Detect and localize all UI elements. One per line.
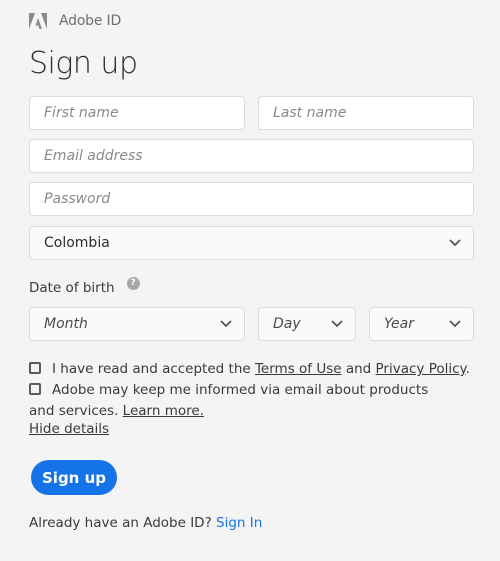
year-select[interactable]: Year bbox=[369, 307, 474, 341]
sign-in-link[interactable]: Sign In bbox=[216, 515, 262, 531]
password-field[interactable] bbox=[29, 182, 474, 216]
day-select[interactable]: Day bbox=[258, 307, 356, 341]
learn-more-link[interactable]: Learn more. bbox=[123, 403, 204, 419]
terms-of-use-link[interactable]: Terms of Use bbox=[255, 361, 342, 377]
dob-label-row: Date of birth ? bbox=[29, 276, 140, 296]
email-input[interactable] bbox=[44, 148, 459, 164]
sign-up-button[interactable]: Sign up bbox=[31, 460, 117, 495]
sign-in-row: Already have an Adobe ID? Sign In bbox=[29, 515, 262, 531]
help-circle-icon[interactable]: ? bbox=[126, 276, 140, 290]
year-placeholder: Year bbox=[384, 316, 414, 332]
chevron-down-icon bbox=[449, 320, 461, 328]
country-select[interactable]: Colombia bbox=[29, 226, 474, 260]
country-selected-value: Colombia bbox=[44, 235, 110, 251]
dob-label: Date of birth bbox=[29, 280, 115, 296]
month-placeholder: Month bbox=[44, 316, 88, 332]
last-name-field[interactable] bbox=[258, 96, 474, 130]
adobe-logo-icon bbox=[29, 13, 47, 29]
first-name-input[interactable] bbox=[44, 105, 230, 121]
privacy-policy-link[interactable]: Privacy Policy bbox=[376, 361, 466, 377]
sign-in-prompt: Already have an Adobe ID? bbox=[29, 515, 217, 531]
day-placeholder: Day bbox=[273, 316, 301, 332]
last-name-input[interactable] bbox=[273, 105, 459, 121]
terms-text-suffix: . bbox=[465, 361, 470, 377]
email-field[interactable] bbox=[29, 139, 474, 173]
chevron-down-icon bbox=[331, 320, 343, 328]
terms-checkbox[interactable] bbox=[29, 362, 41, 374]
terms-text-prefix: I have read and accepted the bbox=[52, 361, 255, 377]
marketing-row: Adobe may keep me informed via email abo… bbox=[29, 380, 439, 422]
marketing-checkbox[interactable] bbox=[29, 383, 41, 395]
terms-text-middle: and bbox=[341, 361, 376, 377]
month-select[interactable]: Month bbox=[29, 307, 245, 341]
page-title: Sign up bbox=[29, 46, 138, 81]
brand-header: Adobe ID bbox=[29, 13, 121, 29]
first-name-field[interactable] bbox=[29, 96, 245, 130]
chevron-down-icon bbox=[449, 239, 461, 247]
password-input[interactable] bbox=[44, 191, 459, 207]
brand-name: Adobe ID bbox=[59, 13, 122, 29]
hide-details-link[interactable]: Hide details bbox=[29, 421, 109, 437]
marketing-text: Adobe may keep me informed via email abo… bbox=[29, 382, 429, 419]
terms-row: I have read and accepted the Terms of Us… bbox=[29, 359, 470, 380]
chevron-down-icon bbox=[220, 320, 232, 328]
